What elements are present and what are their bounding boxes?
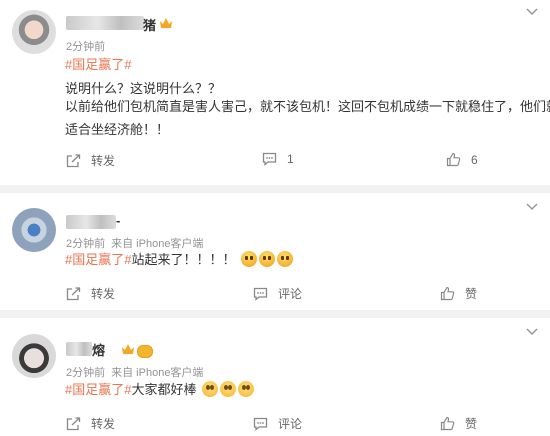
emoji-icon <box>238 381 255 397</box>
avatar[interactable] <box>12 334 56 378</box>
vip-level-badge <box>137 345 153 358</box>
vip-crown-icon <box>122 344 134 354</box>
repost-label: 转发 <box>91 154 116 168</box>
repost-button[interactable]: 转发 <box>66 152 115 169</box>
comment-icon <box>262 152 277 166</box>
like-label: 赞 <box>465 417 478 431</box>
comment-button[interactable]: 评论 <box>253 415 302 432</box>
username-blurred[interactable] <box>66 16 144 30</box>
share-icon <box>66 286 81 300</box>
repost-button[interactable]: 转发 <box>66 285 115 302</box>
username-tail[interactable]: 猪 <box>143 15 156 34</box>
share-icon <box>66 416 81 430</box>
emoji-icon <box>259 251 276 267</box>
comment-count: 1 <box>287 152 294 166</box>
username-blurred[interactable] <box>66 215 116 229</box>
comment-icon <box>253 287 268 301</box>
post-text: #国足赢了#站起来了！！！！ <box>65 251 295 269</box>
post-text: #国足赢了#大家都好棒 <box>65 381 256 399</box>
post-source[interactable]: 来自 iPhone客户端 <box>111 367 203 379</box>
post-text-line: 适合坐经济舱！！ <box>65 122 170 137</box>
like-count: 6 <box>471 152 478 167</box>
emoji-icon <box>220 381 237 397</box>
post-time[interactable]: 2分钟前 <box>66 367 105 379</box>
like-button[interactable]: 赞 <box>440 285 477 302</box>
emoji-icon <box>277 251 294 267</box>
hashtag-topic[interactable]: #国足赢了# <box>65 252 131 267</box>
chevron-down-icon[interactable] <box>526 203 538 211</box>
emoji-group <box>241 251 295 267</box>
post-text-line: 说明什么？这说明什么？？ <box>65 81 222 96</box>
emoji-icon <box>202 381 219 397</box>
username-tail[interactable]: - <box>116 213 120 228</box>
emoji-group <box>202 381 256 397</box>
post-time[interactable]: 2分钟前 <box>66 238 105 250</box>
thumbs-up-icon <box>440 416 455 431</box>
like-label: 赞 <box>465 287 478 301</box>
hashtag-topic[interactable]: #国足赢了# <box>65 56 131 74</box>
post-meta: 2分钟前 来自 iPhone客户端 <box>66 235 203 251</box>
comment-icon <box>253 417 268 431</box>
repost-label: 转发 <box>91 287 116 301</box>
post-meta: 2分钟前 <box>66 38 105 54</box>
comment-button[interactable]: 1 <box>262 152 294 166</box>
username-blurred[interactable] <box>66 342 92 356</box>
emoji-icon <box>241 251 258 267</box>
post-text-content: 大家都好棒 <box>131 382 197 397</box>
hashtag-topic[interactable]: #国足赢了# <box>65 382 131 397</box>
comment-label: 评论 <box>278 417 303 431</box>
repost-button[interactable]: 转发 <box>66 415 115 432</box>
thumbs-up-icon <box>446 152 461 167</box>
weibo-post: 熔 2分钟前 来自 iPhone客户端 #国足赢了#大家都好棒 转发 评论 赞 <box>0 318 550 436</box>
comment-label: 评论 <box>278 287 303 301</box>
weibo-post: - 2分钟前 来自 iPhone客户端 #国足赢了#站起来了！！！！ 转发 评论 … <box>0 193 550 310</box>
like-button[interactable]: 6 <box>446 152 478 167</box>
like-button[interactable]: 赞 <box>440 415 477 432</box>
username-tail[interactable]: 熔 <box>92 340 105 359</box>
post-text-line: 以前给他们包机简直是害人害己，就不该包机！这回不包机成绩一下就稳住了，他们就 <box>65 99 550 114</box>
avatar[interactable] <box>12 10 56 54</box>
comment-button[interactable]: 评论 <box>253 285 302 302</box>
weibo-post: 猪 2分钟前 #国足赢了# 说明什么？这说明什么？？ 以前给他们包机简直是害人害… <box>0 0 550 185</box>
vip-crown-icon <box>160 18 172 28</box>
thumbs-up-icon <box>440 286 455 301</box>
post-time[interactable]: 2分钟前 <box>66 41 105 53</box>
post-meta: 2分钟前 来自 iPhone客户端 <box>66 364 203 380</box>
chevron-down-icon[interactable] <box>526 8 538 16</box>
share-icon <box>66 153 81 167</box>
avatar[interactable] <box>12 208 56 252</box>
chevron-down-icon[interactable] <box>526 328 538 336</box>
post-text-content: 站起来了！！！！ <box>131 252 236 267</box>
post-source[interactable]: 来自 iPhone客户端 <box>111 238 203 250</box>
repost-label: 转发 <box>91 417 116 431</box>
